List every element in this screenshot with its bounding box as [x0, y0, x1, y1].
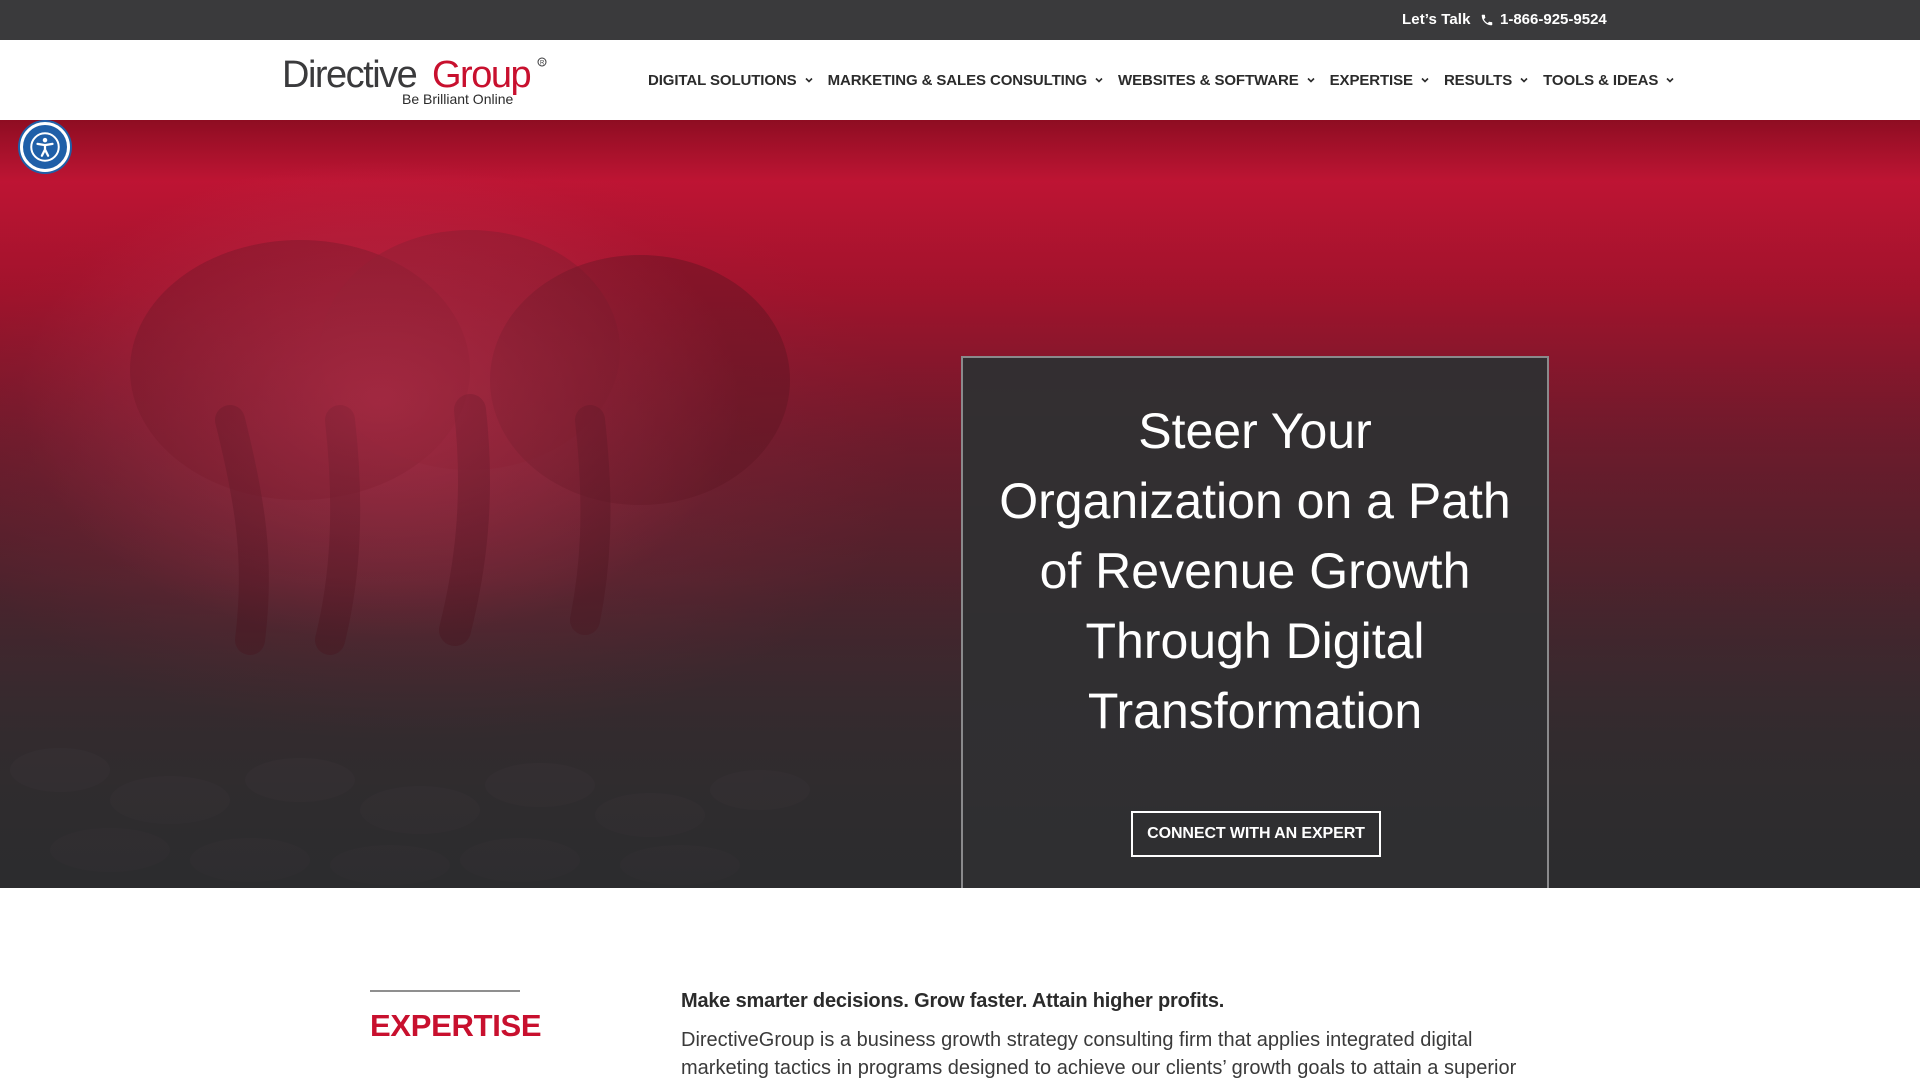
nav-tools-ideas[interactable]: TOOLS & IDEAS — [1543, 72, 1675, 89]
nav-digital-solutions[interactable]: DIGITAL SOLUTIONS — [648, 72, 814, 89]
top-utility-bar: Let’s Talk 1-866-925-9524 — [0, 0, 1920, 40]
nav-label: TOOLS & IDEAS — [1543, 71, 1659, 89]
svg-text:Group: Group — [432, 54, 530, 96]
expertise-heading: EXPERTISE — [370, 1008, 542, 1043]
lets-talk-label: Let’s Talk — [1402, 11, 1471, 28]
phone-link[interactable]: 1-866-925-9524 — [1480, 11, 1607, 28]
accessibility-icon — [30, 132, 60, 162]
svg-text:Directive: Directive — [282, 54, 417, 96]
directivegroup-logo: Directive Group R Be Brilliant Online — [282, 54, 547, 107]
connect-with-expert-button[interactable]: CONNECT WITH AN EXPERT — [1131, 811, 1381, 857]
phone-icon — [1481, 14, 1493, 25]
chevron-down-icon — [1666, 77, 1674, 83]
site-header: Directive Group R Be Brilliant Online DI… — [0, 40, 1920, 120]
chevron-down-icon — [1095, 77, 1103, 83]
hero-title: Steer Your Organization on a Path of Rev… — [999, 403, 1511, 739]
nav-results[interactable]: RESULTS — [1444, 72, 1529, 89]
nav-label: WEBSITES & SOFTWARE — [1118, 71, 1299, 89]
nav-marketing-sales-consulting[interactable]: MARKETING & SALES CONSULTING — [828, 72, 1104, 89]
nav-label: RESULTS — [1443, 71, 1513, 89]
expertise-body: DirectiveGroup is a business growth stra… — [681, 1029, 1517, 1079]
accessibility-button[interactable] — [20, 122, 70, 172]
svg-text:R: R — [540, 61, 545, 67]
nav-expertise[interactable]: EXPERTISE — [1330, 72, 1430, 89]
nav-websites-software[interactable]: WEBSITES & SOFTWARE — [1118, 72, 1316, 89]
chevron-down-icon — [1421, 77, 1429, 83]
nav-label: EXPERTISE — [1329, 71, 1413, 89]
svg-text:Be Brilliant Online: Be Brilliant Online — [402, 91, 513, 107]
chevron-down-icon — [1520, 77, 1528, 83]
main-nav: DIGITAL SOLUTIONS MARKETING & SALES CONS… — [648, 40, 1689, 120]
nav-label: MARKETING & SALES CONSULTING — [827, 71, 1088, 89]
chevron-down-icon — [1307, 77, 1315, 83]
hero-banner: Steer Your Organization on a Path of Rev… — [0, 120, 1920, 888]
site-logo[interactable]: Directive Group R Be Brilliant Online — [282, 52, 552, 108]
nav-label: DIGITAL SOLUTIONS — [648, 71, 797, 89]
expertise-divider — [370, 990, 520, 992]
expertise-lead: Make smarter decisions. Grow faster. Att… — [681, 990, 1225, 1012]
hero-elephant-artwork — [0, 120, 1920, 888]
hero-callout-box: Steer Your Organization on a Path of Rev… — [961, 356, 1549, 888]
chevron-down-icon — [805, 77, 813, 83]
phone-number: 1-866-925-9524 — [1500, 11, 1607, 28]
